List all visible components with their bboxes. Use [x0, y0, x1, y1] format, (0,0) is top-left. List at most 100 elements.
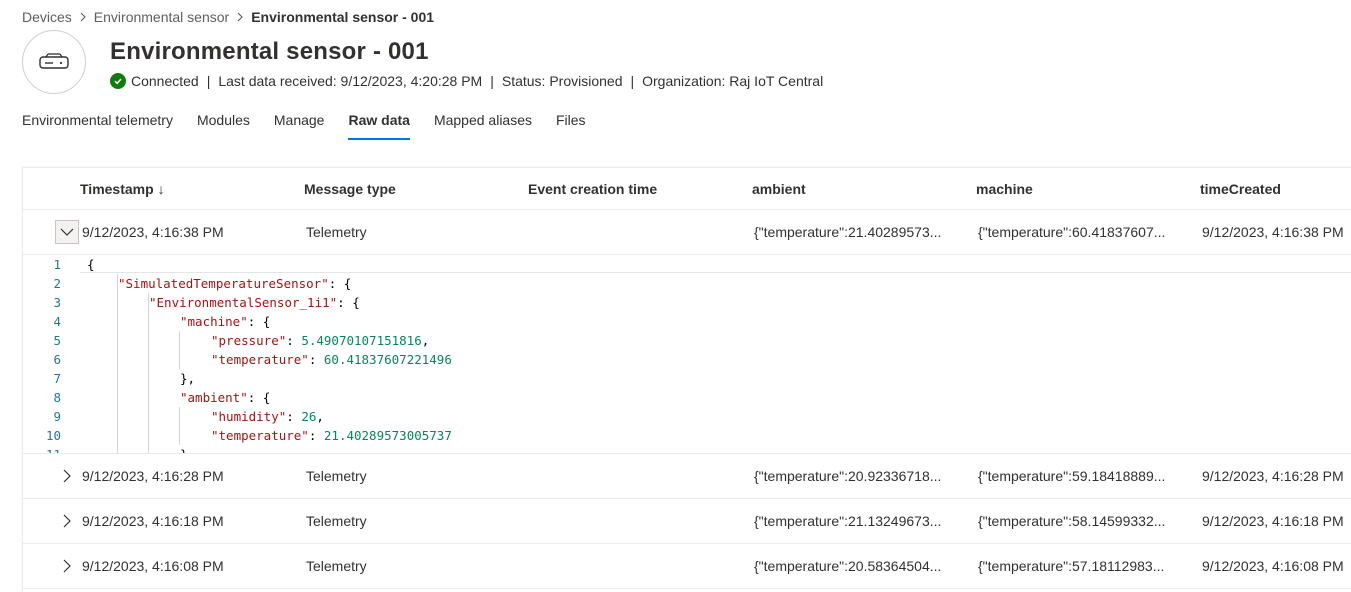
column-header-timestamp[interactable]: Timestamp ↓ [80, 181, 165, 197]
chevron-right-icon [63, 559, 71, 573]
cell-timestamp: 9/12/2023, 4:16:28 PM [82, 468, 224, 484]
cell-timestamp: 9/12/2023, 4:16:38 PM [82, 224, 224, 240]
chevron-right-icon [63, 514, 71, 528]
tab-modules[interactable]: Modules [197, 112, 250, 140]
cell-time-created: 9/12/2023, 4:16:38 PM [1202, 224, 1344, 240]
organization: Organization: Raj IoT Central [642, 73, 824, 89]
code-text: "temperature": 60.41837607221496 [211, 352, 452, 367]
separator: | [206, 73, 211, 89]
table-header: Timestamp ↓ Message type Event creation t… [23, 168, 1351, 210]
provision-status: Status: Provisioned [501, 73, 623, 89]
indent-guide [179, 331, 180, 369]
code-text: "machine": { [180, 314, 271, 329]
cell-ambient: {"temperature":21.40289573... [754, 224, 942, 240]
code-line: 3 "EnvironmentalSensor_1i1": { [23, 293, 1351, 312]
code-text: "SimulatedTemperatureSensor": { [118, 276, 352, 291]
code-text: "EnvironmentalSensor_1i1": { [149, 295, 360, 310]
code-line: 8 "ambient": { [23, 388, 1351, 407]
line-number: 7 [53, 371, 61, 386]
tab-raw-data[interactable]: Raw data [348, 112, 411, 140]
table-row[interactable]: 9/12/2023, 4:16:08 PM Telemetry {"temper… [23, 544, 1351, 589]
cell-time-created: 9/12/2023, 4:16:18 PM [1202, 513, 1344, 529]
chevron-right-icon [63, 469, 71, 483]
line-number: 10 [45, 428, 61, 443]
cell-time-created: 9/12/2023, 4:16:08 PM [1202, 558, 1344, 574]
line-number: 9 [53, 409, 61, 424]
connection-status: Connected [131, 73, 199, 89]
code-text: } [180, 445, 188, 453]
line-number: 4 [53, 314, 61, 329]
tab-manage[interactable]: Manage [274, 112, 325, 140]
line-number: 1 [53, 257, 61, 272]
table-row[interactable]: 9/12/2023, 4:16:18 PM Telemetry {"temper… [23, 499, 1351, 544]
sort-descending-icon: ↓ [157, 181, 165, 197]
json-code-viewer[interactable]: 1{2 "SimulatedTemperatureSensor": {3 "Envi… [23, 255, 1351, 454]
code-line: 11} [23, 445, 1351, 453]
code-line: 9 "humidity": 26, [23, 407, 1351, 426]
column-header-ambient[interactable]: ambient [752, 181, 806, 197]
chevron-down-icon [60, 228, 74, 236]
cell-time-created: 9/12/2023, 4:16:28 PM [1202, 468, 1344, 484]
expand-row-button[interactable] [55, 464, 79, 488]
indent-guide [148, 293, 149, 453]
separator: | [630, 73, 635, 89]
line-number: 11 [23, 445, 61, 453]
code-line: 6 "temperature": 60.41837607221496 [23, 350, 1351, 369]
cell-ambient: {"temperature":20.92336718... [754, 468, 942, 484]
line-number: 2 [53, 276, 61, 291]
breadcrumb: Devices Environmental sensor Environment… [22, 9, 434, 25]
table-row[interactable]: 9/12/2023, 4:16:38 PM Telemetry {"temper… [23, 210, 1351, 255]
cell-message-type: Telemetry [306, 468, 367, 484]
tab-environmental-telemetry[interactable]: Environmental telemetry [22, 112, 173, 140]
page-title: Environmental sensor - 001 [110, 38, 429, 65]
code-text: { [87, 257, 95, 272]
cell-machine: {"temperature":57.18112983... [978, 558, 1165, 574]
raw-data-table: Timestamp ↓ Message type Event creation t… [22, 167, 1351, 592]
cell-message-type: Telemetry [306, 224, 367, 240]
line-number: 3 [53, 295, 61, 310]
avatar [22, 30, 86, 94]
tab-files[interactable]: Files [556, 112, 586, 140]
tab-bar: Environmental telemetry Modules Manage R… [22, 112, 610, 140]
line-number: 8 [53, 390, 61, 405]
collapse-row-button[interactable] [55, 220, 79, 244]
device-icon [39, 53, 69, 69]
indent-guide [117, 274, 118, 453]
breadcrumb-environmental-sensor[interactable]: Environmental sensor [94, 9, 229, 25]
column-header-time-created[interactable]: timeCreated [1200, 181, 1281, 197]
device-status-line: Connected | Last data received: 9/12/202… [110, 73, 823, 89]
code-text: "temperature": 21.40289573005737 [211, 428, 452, 443]
breadcrumb-devices[interactable]: Devices [22, 9, 72, 25]
expand-row-button[interactable] [55, 509, 79, 533]
column-header-machine[interactable]: machine [976, 181, 1033, 197]
table-row[interactable]: 9/12/2023, 4:16:28 PM Telemetry {"temper… [23, 454, 1351, 499]
column-header-label: Timestamp [80, 181, 154, 197]
code-line: 2 "SimulatedTemperatureSensor": { [23, 274, 1351, 293]
cell-timestamp: 9/12/2023, 4:16:18 PM [82, 513, 224, 529]
code-line: 7}, [23, 369, 1351, 388]
code-text: "humidity": 26, [211, 409, 324, 424]
cell-machine: {"temperature":59.18418889... [978, 468, 1166, 484]
connected-check-icon [110, 73, 126, 89]
cell-ambient: {"temperature":21.13249673... [754, 513, 942, 529]
line-number: 6 [53, 352, 61, 367]
code-line: 1{ [23, 255, 1351, 274]
code-line: 4 "machine": { [23, 312, 1351, 331]
indent-guide [179, 407, 180, 445]
cell-message-type: Telemetry [306, 558, 367, 574]
chevron-right-icon [237, 12, 243, 22]
last-data-received: Last data received: 9/12/2023, 4:20:28 P… [218, 73, 483, 89]
column-header-event-creation-time[interactable]: Event creation time [528, 181, 657, 197]
cell-message-type: Telemetry [306, 513, 367, 529]
tab-mapped-aliases[interactable]: Mapped aliases [434, 112, 532, 140]
breadcrumb-current-device: Environmental sensor - 001 [251, 9, 435, 25]
line-number: 5 [53, 333, 61, 348]
cell-timestamp: 9/12/2023, 4:16:08 PM [82, 558, 224, 574]
cell-machine: {"temperature":58.14599332... [978, 513, 1166, 529]
column-header-message-type[interactable]: Message type [304, 181, 396, 197]
code-line: 5 "pressure": 5.49070107151816, [23, 331, 1351, 350]
expand-row-button[interactable] [55, 554, 79, 578]
cell-ambient: {"temperature":20.58364504... [754, 558, 942, 574]
chevron-right-icon [80, 12, 86, 22]
code-line: 10 "temperature": 21.40289573005737 [23, 426, 1351, 445]
